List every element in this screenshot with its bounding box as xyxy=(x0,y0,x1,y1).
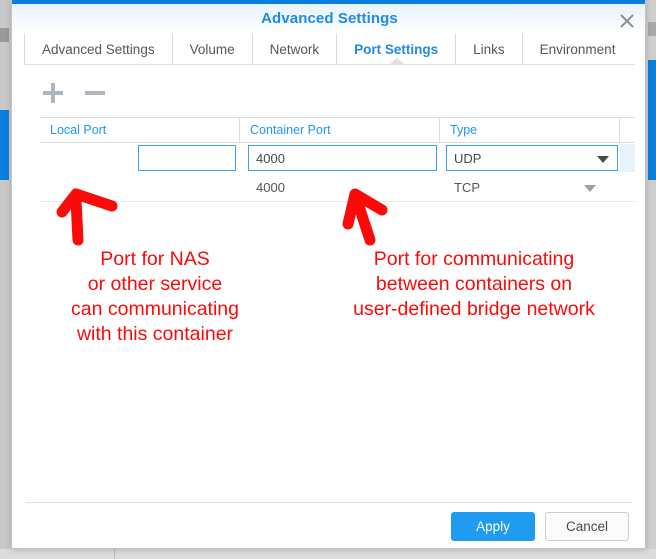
tab-bar: Advanced Settings Volume Network Port Se… xyxy=(12,34,645,64)
table-row[interactable]: 4000 TCP xyxy=(40,173,635,201)
dialog-footer: Apply Cancel xyxy=(12,512,645,541)
cell-local-port xyxy=(40,143,240,173)
tab-label: Volume xyxy=(189,41,235,57)
page-root: Advanced Settings Advanced Settings Volu… xyxy=(0,0,656,559)
tab-underline xyxy=(24,64,635,65)
background-left-accent xyxy=(0,110,9,180)
tab-links[interactable]: Links xyxy=(455,34,522,64)
container-port-input[interactable] xyxy=(248,145,437,171)
remove-port-button[interactable] xyxy=(82,80,108,106)
cancel-button[interactable]: Cancel xyxy=(545,512,629,541)
plus-icon xyxy=(43,83,63,103)
cell-type: TCP xyxy=(440,180,620,195)
type-select-value: UDP xyxy=(454,150,482,166)
column-header-spacer xyxy=(620,118,635,142)
column-header-local-port[interactable]: Local Port xyxy=(40,118,240,142)
background-bottom-edge xyxy=(0,549,656,559)
dialog-titlebar: Advanced Settings xyxy=(12,4,645,34)
dialog-title: Advanced Settings xyxy=(261,10,398,27)
close-icon[interactable] xyxy=(617,11,637,31)
grid-toolbar xyxy=(40,80,108,106)
chevron-down-icon xyxy=(597,156,609,163)
tab-label: Network xyxy=(269,41,320,57)
chevron-down-icon[interactable] xyxy=(584,185,596,192)
cell-row-highlight xyxy=(620,143,635,173)
advanced-settings-dialog: Advanced Settings Advanced Settings Volu… xyxy=(11,0,646,549)
cancel-button-label: Cancel xyxy=(565,519,609,534)
column-header-type[interactable]: Type xyxy=(440,118,620,142)
grid-row-divider xyxy=(40,201,635,202)
tab-label: Environment xyxy=(539,41,616,57)
tab-label: Advanced Settings xyxy=(42,41,155,57)
active-tab-caret-icon xyxy=(388,58,405,65)
grid-header-row: Local Port Container Port Type xyxy=(40,117,635,143)
tab-label: Port Settings xyxy=(354,41,439,57)
type-value: TCP xyxy=(454,179,480,195)
apply-button-label: Apply xyxy=(476,519,510,534)
tab-label: Links xyxy=(473,41,505,57)
local-port-input[interactable] xyxy=(138,145,236,171)
minus-icon xyxy=(85,91,105,95)
column-header-container-port[interactable]: Container Port xyxy=(240,118,440,142)
background-left-edge xyxy=(0,0,11,559)
background-bottom-divider xyxy=(114,549,115,559)
background-left-marker xyxy=(0,28,9,42)
background-right-accent xyxy=(648,60,656,180)
tab-network[interactable]: Network xyxy=(251,34,337,64)
tab-advanced-settings[interactable]: Advanced Settings xyxy=(24,34,172,64)
add-port-button[interactable] xyxy=(40,80,66,106)
apply-button[interactable]: Apply xyxy=(451,512,535,541)
footer-separator xyxy=(26,502,633,503)
tab-environment[interactable]: Environment xyxy=(521,34,633,64)
column-header-label: Local Port xyxy=(50,123,107,137)
column-header-label: Type xyxy=(450,123,478,137)
background-right-marker xyxy=(648,22,656,36)
row-highlight-marker xyxy=(620,144,635,172)
cell-container-port xyxy=(240,143,440,173)
tab-volume[interactable]: Volume xyxy=(171,34,252,64)
cell-container-port: 4000 xyxy=(256,179,285,195)
table-row[interactable]: UDP xyxy=(40,143,635,173)
port-settings-grid: Local Port Container Port Type 4000 UDP … xyxy=(40,117,635,202)
cell-type: UDP xyxy=(440,143,620,173)
type-select[interactable]: UDP xyxy=(446,145,618,171)
column-header-label: Container Port xyxy=(250,123,331,137)
